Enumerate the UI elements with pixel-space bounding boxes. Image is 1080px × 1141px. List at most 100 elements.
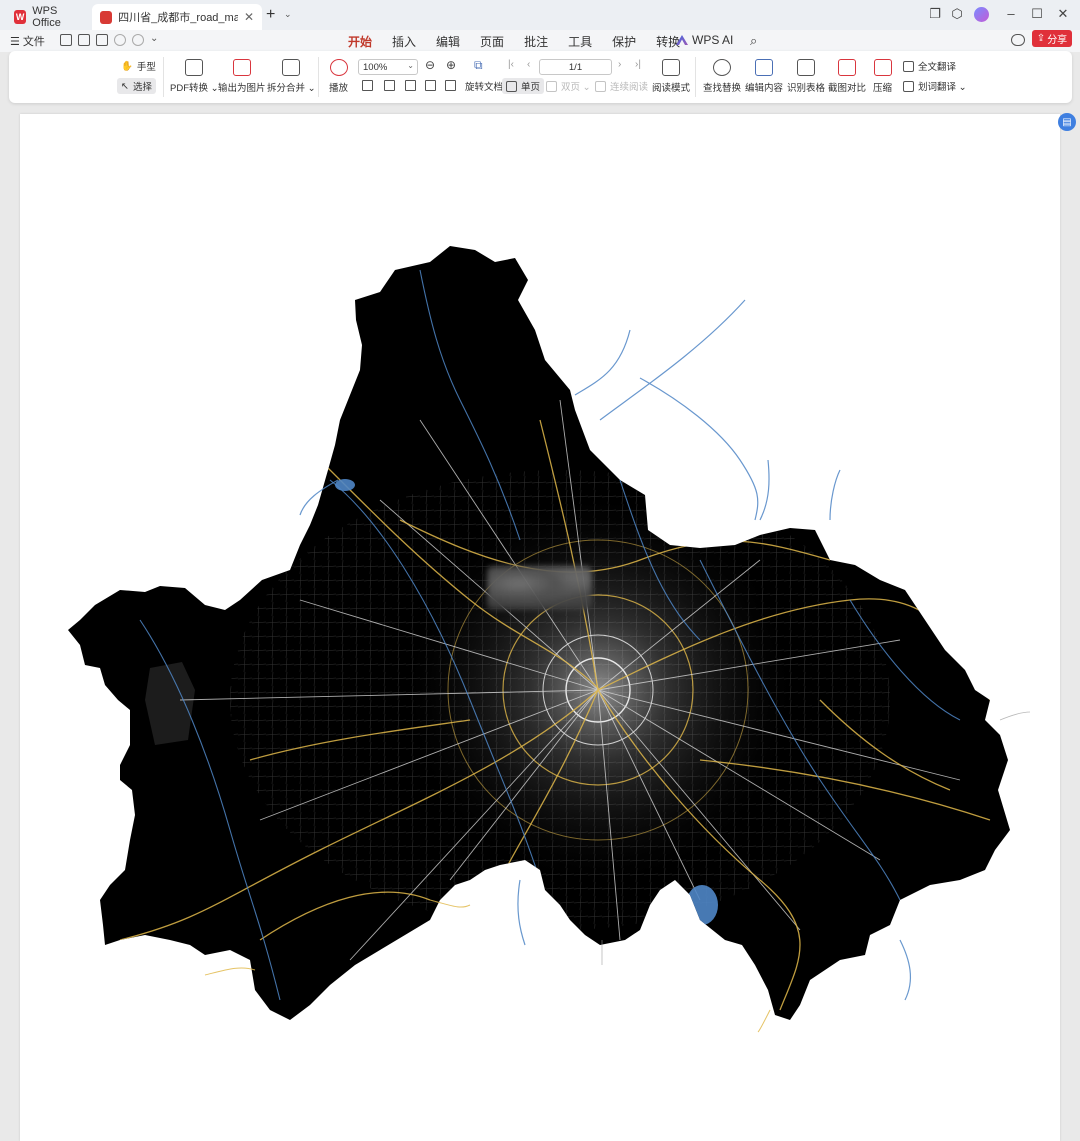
play-icon (329, 59, 348, 76)
divider (163, 57, 164, 97)
tab-tools[interactable]: 工具 (558, 31, 602, 52)
rotate-right-icon[interactable] (445, 80, 456, 91)
recognize-table-label: 识别表格 (787, 83, 826, 94)
divider (318, 57, 319, 97)
divider (695, 57, 696, 97)
play-label: 播放 (329, 83, 349, 94)
open-folder-icon[interactable] (60, 34, 72, 46)
table-icon (797, 59, 815, 76)
continuous-read-icon (595, 80, 606, 92)
avatar[interactable] (974, 7, 989, 22)
edit-pen-icon (755, 59, 773, 76)
tab-page[interactable]: 页面 (470, 31, 514, 52)
screenshot-compare-button[interactable]: 截图对比 (828, 59, 866, 94)
word-translate-button[interactable]: 划词翻译 ⌄ (899, 78, 971, 94)
tab-start[interactable]: 开始 (338, 31, 382, 54)
redo-icon[interactable] (132, 34, 144, 46)
cloud-sync-icon[interactable] (1011, 34, 1025, 46)
recognize-table-button[interactable]: 识别表格 (787, 59, 825, 94)
share-label: 分享 (1047, 35, 1068, 46)
menu-tabs: 开始 插入 编辑 页面 批注 工具 保护 转换 (338, 31, 690, 54)
tab-annotate[interactable]: 批注 (514, 31, 558, 52)
cube-icon[interactable]: ⬡ (948, 6, 966, 22)
chevron-down-icon: ⌄ (407, 61, 414, 70)
split-merge-button[interactable]: 拆分合并 ⌄ (267, 59, 316, 94)
pdf-page[interactable] (20, 114, 1060, 1141)
prev-page-icon[interactable]: ‹ (527, 59, 530, 70)
hand-tool-button[interactable]: ✋ 手型 (117, 58, 160, 74)
close-window-icon[interactable]: ✕ (1054, 6, 1072, 22)
single-page-label: 单页 (521, 82, 541, 93)
export-image-button[interactable]: 输出为图片 (218, 59, 266, 94)
tab-document[interactable]: 四川省_成都市_road_map_16032 ✕ (92, 4, 262, 30)
tab-edit[interactable]: 编辑 (426, 31, 470, 52)
tab-wps-home[interactable]: W WPS Office (6, 4, 90, 30)
compress-button[interactable]: 压缩 (873, 59, 892, 94)
zoom-select[interactable]: 100% ⌄ (358, 59, 418, 75)
cursor-icon: ↖ (121, 80, 129, 92)
tab-protect[interactable]: 保护 (602, 31, 646, 52)
undo-icon[interactable] (114, 34, 126, 46)
zoom-value: 100% (363, 62, 388, 73)
magnifier-icon (713, 59, 731, 76)
rotate-doc-button[interactable]: 旋转文档 (461, 78, 507, 94)
page-number-input[interactable]: 1/1 (539, 59, 612, 75)
edit-content-button[interactable]: 编辑内容 (745, 59, 783, 94)
search-icon[interactable]: ⌕ (750, 33, 757, 49)
select-tool-button[interactable]: ↖ 选择 (117, 78, 156, 94)
actual-size-icon[interactable] (362, 80, 373, 91)
fit-height-icon[interactable] (405, 80, 416, 91)
restore-layout-icon[interactable]: ❐ (926, 6, 944, 22)
last-page-icon[interactable]: ›| (635, 59, 641, 70)
save-icon[interactable] (78, 34, 90, 46)
pdf-convert-label: PDF转换 ⌄ (170, 83, 219, 94)
edit-content-label: 编辑内容 (745, 83, 784, 94)
word-translate-icon (903, 80, 914, 92)
wps-ai-label: WPS AI (692, 33, 734, 47)
read-mode-button[interactable]: 阅读模式 (652, 59, 690, 94)
wps-ai-button[interactable]: WPS AI (676, 33, 733, 47)
minimize-icon[interactable]: – (1002, 6, 1020, 21)
continuous-read-button: 连续阅读 (591, 78, 652, 94)
side-panel-icon[interactable]: ▤ (1058, 113, 1076, 131)
quick-access-more-icon[interactable]: ⌄ (150, 33, 158, 44)
tab-insert[interactable]: 插入 (382, 31, 426, 52)
tab-label: 四川省_成都市_road_map_16032 (118, 12, 238, 24)
fit-width-icon[interactable] (384, 80, 395, 91)
find-replace-label: 查找替换 (703, 83, 742, 94)
split-merge-label: 拆分合并 ⌄ (267, 83, 316, 94)
file-menu-button[interactable]: ☰ 文件 (10, 33, 45, 49)
first-page-icon[interactable]: |‹ (508, 59, 514, 70)
pdf-convert-button[interactable]: PDF转换 ⌄ (170, 59, 219, 94)
single-page-button[interactable]: 单页 (502, 78, 545, 94)
share-button[interactable]: ⇪ 分享 (1032, 30, 1072, 47)
double-page-label: 双页 ⌄ (561, 82, 591, 93)
pdf-file-icon (100, 10, 113, 24)
new-tab-button[interactable]: + (266, 6, 275, 24)
single-page-icon (506, 80, 517, 92)
ribbon-toolbar: ✋ 手型 ↖ 选择 PDF转换 ⌄ 输出为图片 拆分合并 ⌄ 播放 100% ⌄ ⊖… (9, 51, 1072, 103)
play-button[interactable]: 播放 (329, 59, 348, 94)
hand-label: 手型 (136, 62, 156, 73)
close-tab-icon[interactable]: ✕ (244, 10, 254, 24)
continuous-read-label: 连续阅读 (610, 82, 649, 93)
full-translate-button[interactable]: 全文翻译 (899, 58, 960, 74)
find-replace-button[interactable]: 查找替换 (703, 59, 741, 94)
print-icon[interactable] (96, 34, 108, 46)
tab-label: WPS Office (32, 5, 61, 29)
menu-bar: ☰ 文件 ⌄ 开始 插入 编辑 页面 批注 工具 保护 转换 WPS AI ⌕ (0, 30, 1080, 54)
read-mode-label: 阅读模式 (652, 83, 691, 94)
zoom-in-icon[interactable]: ⊕ (446, 58, 456, 72)
next-page-icon[interactable]: › (618, 59, 621, 70)
share-icon: ⇪ (1036, 33, 1046, 44)
rotate-left-icon[interactable] (425, 80, 436, 91)
fit-page-icon[interactable]: ⧉ (474, 58, 483, 73)
zoom-out-icon[interactable]: ⊖ (425, 58, 435, 72)
file-menu-label: 文件 (22, 36, 45, 48)
double-page-button: 双页 ⌄ (542, 78, 595, 94)
select-label: 选择 (132, 82, 152, 93)
compress-icon (873, 59, 892, 76)
ai-logo-icon (676, 35, 688, 45)
chevron-down-icon[interactable]: ⌄ (284, 9, 292, 20)
maximize-icon[interactable]: ☐ (1028, 6, 1046, 22)
